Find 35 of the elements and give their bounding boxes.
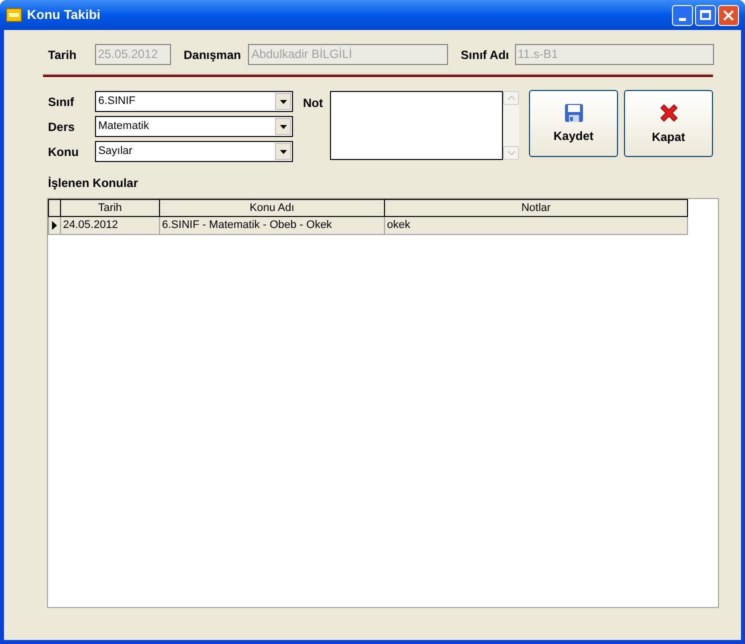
table-cell: 6.SINIF - Matematik - Obeb - Okek bbox=[160, 217, 385, 235]
window-icon bbox=[6, 8, 22, 22]
maximize-button[interactable] bbox=[695, 4, 716, 26]
section-title: İşlenen Konular bbox=[48, 175, 140, 192]
window-title: Konu Takibi bbox=[27, 6, 102, 24]
grid-corner bbox=[48, 199, 61, 217]
dropdown[interactable]: Matematik bbox=[95, 116, 293, 137]
field-label: Sınıf Adı bbox=[460, 46, 510, 64]
field-label: Sınıf bbox=[48, 94, 75, 110]
note-field[interactable] bbox=[330, 91, 503, 160]
column-header[interactable]: Tarih bbox=[61, 199, 160, 217]
x-icon bbox=[723, 10, 734, 20]
column-header[interactable]: Konu Adı bbox=[160, 199, 385, 217]
save-button[interactable]: Kaydet bbox=[529, 90, 618, 157]
minimize-button[interactable] bbox=[672, 4, 693, 26]
table-cell: okek bbox=[385, 217, 688, 235]
table-cell: 24.05.2012 bbox=[61, 217, 160, 235]
chevron-up-icon bbox=[508, 96, 514, 100]
close-button[interactable] bbox=[718, 4, 739, 26]
field-label: Tarih bbox=[48, 46, 78, 64]
column-header[interactable]: Notlar bbox=[385, 199, 688, 217]
caret-icon bbox=[280, 150, 286, 154]
close-form-button[interactable]: Kapat bbox=[624, 90, 713, 157]
chevron-down-icon bbox=[508, 151, 514, 155]
dropdown[interactable]: Sayılar bbox=[95, 141, 293, 162]
field-label: Not bbox=[303, 95, 324, 112]
caret-icon bbox=[280, 124, 286, 128]
field-label: Danışman bbox=[184, 46, 242, 64]
close-icon bbox=[658, 102, 680, 124]
caret-icon bbox=[280, 100, 286, 104]
field-label: Konu bbox=[48, 144, 80, 160]
field-label: Ders bbox=[48, 118, 76, 136]
row-header[interactable] bbox=[48, 217, 61, 235]
dropdown[interactable]: 6.SINIF bbox=[95, 91, 293, 112]
row-pointer-icon bbox=[52, 221, 57, 230]
